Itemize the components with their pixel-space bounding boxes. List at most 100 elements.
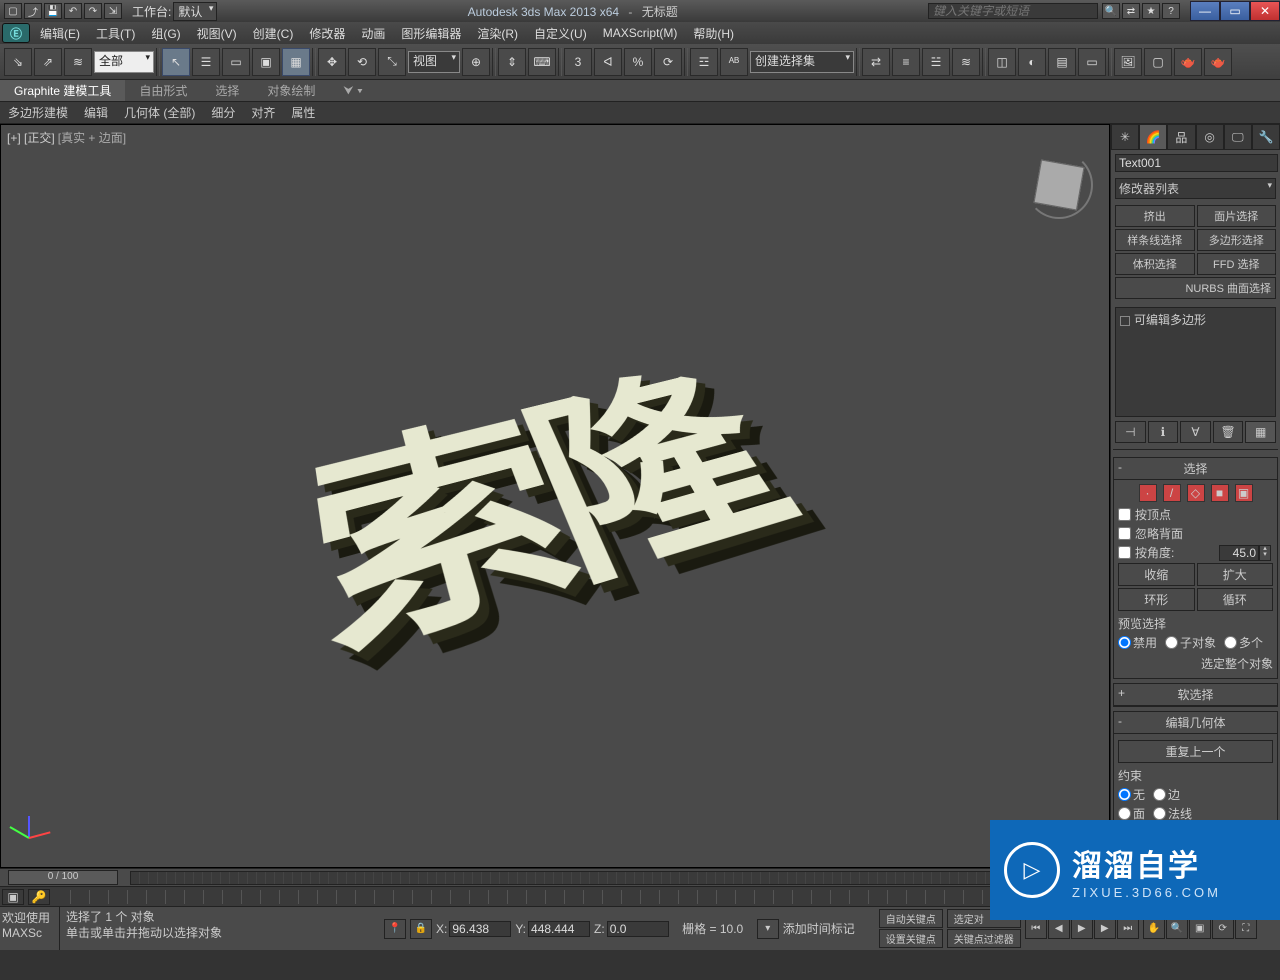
tab-motion-icon[interactable]: ◎ bbox=[1196, 124, 1224, 150]
render-button[interactable]: 🫖 bbox=[1174, 48, 1202, 76]
help-icon[interactable]: ? bbox=[1162, 3, 1180, 19]
zoom-extents-icon[interactable]: ▣ bbox=[1189, 919, 1211, 939]
align-button[interactable]: ≡ bbox=[892, 48, 920, 76]
menu-tools[interactable]: 工具(T) bbox=[88, 25, 143, 42]
edge-icon[interactable]: / bbox=[1163, 484, 1181, 502]
menu-group[interactable]: 组(G) bbox=[143, 25, 188, 42]
search-icon[interactable]: 🔍 bbox=[1102, 3, 1120, 19]
sel-ffd[interactable]: FFD 选择 bbox=[1197, 253, 1277, 275]
scale-button[interactable]: ⤡ bbox=[378, 48, 406, 76]
render-last-button[interactable]: 🫖 bbox=[1204, 48, 1232, 76]
snap-3d-button[interactable]: 3 bbox=[564, 48, 592, 76]
subribbon-polymodel[interactable]: 多边形建模 bbox=[0, 104, 76, 121]
shrink-button[interactable]: 收缩 bbox=[1118, 563, 1195, 586]
maximize-viewport-icon[interactable]: ⛶ bbox=[1235, 919, 1257, 939]
coord-z-input[interactable] bbox=[607, 921, 669, 937]
maxscript-mini-listener[interactable]: 欢迎使用 MAXSc bbox=[0, 907, 60, 950]
ribbon-tab-graphite[interactable]: Graphite 建模工具 bbox=[0, 80, 125, 101]
preview-subobj-radio[interactable] bbox=[1165, 636, 1178, 649]
link-icon[interactable]: ⇲ bbox=[104, 3, 122, 19]
ribbon-tab-freeform[interactable]: 自由形式 bbox=[125, 80, 201, 101]
help-search-input[interactable] bbox=[928, 3, 1098, 19]
app-menu-icon[interactable]: Ⓔ bbox=[2, 23, 30, 43]
select-button[interactable]: ↖ bbox=[162, 48, 190, 76]
render-setup-button[interactable]: ▤ bbox=[1048, 48, 1076, 76]
viewcube[interactable] bbox=[1029, 155, 1089, 215]
maximize-button[interactable]: ▭ bbox=[1220, 1, 1250, 21]
sel-nurbs[interactable]: NURBS 曲面选择 bbox=[1115, 277, 1276, 299]
vertex-icon[interactable]: · bbox=[1139, 484, 1157, 502]
preview-off-radio[interactable] bbox=[1118, 636, 1131, 649]
polygon-icon[interactable]: ■ bbox=[1211, 484, 1229, 502]
schematic-view-button[interactable]: ◫ bbox=[988, 48, 1016, 76]
angle-spinner[interactable]: ▴▾ bbox=[1259, 545, 1271, 561]
workspace-dropdown[interactable]: 默认 bbox=[173, 2, 217, 21]
constraint-normal-radio[interactable] bbox=[1153, 807, 1166, 820]
open-icon[interactable]: ⤴ bbox=[24, 3, 42, 19]
select-by-name-button[interactable]: ☰ bbox=[192, 48, 220, 76]
render-frame-button[interactable]: ▭ bbox=[1078, 48, 1106, 76]
subribbon-align[interactable]: 对齐 bbox=[243, 104, 283, 121]
bind-spacewarp-button[interactable]: ≋ bbox=[64, 48, 92, 76]
element-icon[interactable]: ▣ bbox=[1235, 484, 1253, 502]
tab-create-icon[interactable]: ✳ bbox=[1111, 124, 1139, 150]
sel-volume[interactable]: 体积选择 bbox=[1115, 253, 1195, 275]
menu-create[interactable]: 创建(C) bbox=[245, 25, 302, 42]
coord-y-input[interactable] bbox=[528, 921, 590, 937]
modifier-stack[interactable]: 可编辑多边形 bbox=[1115, 307, 1276, 417]
add-time-tag[interactable]: 添加时间标记 bbox=[783, 920, 873, 937]
play-icon[interactable]: ▶ bbox=[1071, 919, 1093, 939]
subribbon-props[interactable]: 属性 bbox=[283, 104, 323, 121]
lock-icon[interactable]: 🔒 bbox=[410, 919, 432, 939]
prev-frame-icon[interactable]: ◀ bbox=[1048, 919, 1070, 939]
menu-modifiers[interactable]: 修改器 bbox=[301, 25, 353, 42]
minimize-button[interactable]: — bbox=[1190, 1, 1220, 21]
close-button[interactable]: ✕ bbox=[1250, 1, 1280, 21]
subribbon-edit[interactable]: 编辑 bbox=[76, 104, 116, 121]
menu-customize[interactable]: 自定义(U) bbox=[526, 25, 595, 42]
render-production-button[interactable]: 🖼 bbox=[1114, 48, 1142, 76]
keyboard-shortcut-button[interactable]: ⌨ bbox=[528, 48, 556, 76]
time-slider-thumb[interactable]: 0 / 100 bbox=[8, 870, 118, 885]
edit-named-sel-button[interactable]: ☲ bbox=[690, 48, 718, 76]
ribbon-tab-selection[interactable]: 选择 bbox=[201, 80, 253, 101]
ref-coord-dropdown[interactable]: 视图 bbox=[408, 51, 460, 73]
unlink-button[interactable]: ⇗ bbox=[34, 48, 62, 76]
named-sel-icon[interactable]: ᴬᴮ bbox=[720, 48, 748, 76]
material-editor-button[interactable]: ◐ bbox=[1018, 48, 1046, 76]
rollout-editgeo-header[interactable]: -编辑几何体 bbox=[1114, 712, 1277, 734]
ring-button[interactable]: 环形 bbox=[1118, 588, 1195, 611]
menu-animation[interactable]: 动画 bbox=[353, 25, 393, 42]
percent-snap-button[interactable]: % bbox=[624, 48, 652, 76]
object-name-input[interactable] bbox=[1115, 154, 1278, 172]
angle-input[interactable] bbox=[1219, 545, 1259, 561]
pan-icon[interactable]: ✋ bbox=[1143, 919, 1165, 939]
ribbon-expand-icon[interactable]: ⮟ ▾ bbox=[329, 81, 376, 100]
next-frame-icon[interactable]: ▶ bbox=[1094, 919, 1116, 939]
stack-item-editable-poly[interactable]: 可编辑多边形 bbox=[1118, 310, 1273, 329]
exchange-icon[interactable]: ⇄ bbox=[1122, 3, 1140, 19]
save-icon[interactable]: 💾 bbox=[44, 3, 62, 19]
selection-filter-dropdown[interactable]: 全部 bbox=[94, 51, 154, 73]
redo-icon[interactable]: ↷ bbox=[84, 3, 102, 19]
trackbar-open-icon[interactable]: ▣ bbox=[2, 889, 24, 905]
key-filter-button[interactable]: 关键点过滤器 bbox=[947, 929, 1021, 948]
ribbon-tab-paint[interactable]: 对象绘制 bbox=[253, 80, 329, 101]
goto-start-icon[interactable]: ⏮ bbox=[1025, 919, 1047, 939]
auto-key-button[interactable]: 自动关键点 bbox=[879, 909, 943, 928]
time-tag-icon[interactable]: ▾ bbox=[757, 919, 779, 939]
tab-hierarchy-icon[interactable]: 品 bbox=[1167, 124, 1195, 150]
named-selection-dropdown[interactable]: 创建选择集 bbox=[750, 51, 854, 73]
undo-icon[interactable]: ↶ bbox=[64, 3, 82, 19]
tab-modify-icon[interactable]: 🌈 bbox=[1139, 124, 1167, 150]
paint-select-button[interactable]: ▦ bbox=[282, 48, 310, 76]
new-icon[interactable]: ▢ bbox=[4, 3, 22, 19]
sel-spline[interactable]: 样条线选择 bbox=[1115, 229, 1195, 251]
subribbon-geom[interactable]: 几何体 (全部) bbox=[116, 104, 203, 121]
rotate-button[interactable]: ⟲ bbox=[348, 48, 376, 76]
menu-rendering[interactable]: 渲染(R) bbox=[469, 25, 526, 42]
spinner-snap-button[interactable]: ⟳ bbox=[654, 48, 682, 76]
pivot-center-button[interactable]: ⊕ bbox=[462, 48, 490, 76]
viewport[interactable]: [+] [正交] [真实 + 边面] 索隆 bbox=[0, 124, 1110, 868]
rollout-soft-header[interactable]: +软选择 bbox=[1114, 684, 1277, 706]
